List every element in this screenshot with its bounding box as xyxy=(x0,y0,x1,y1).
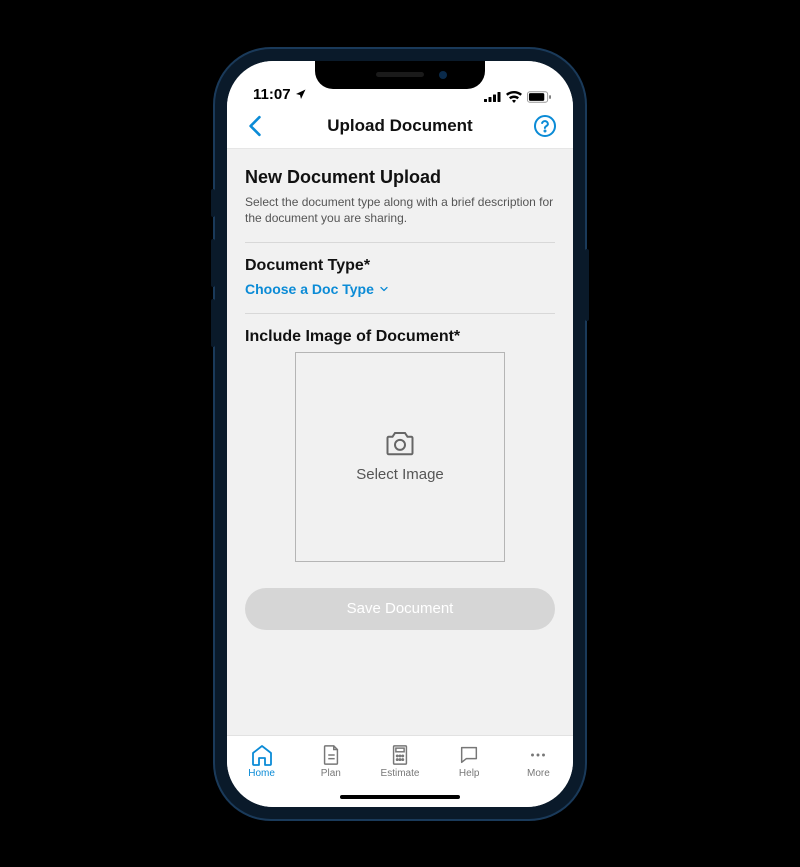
wifi-icon xyxy=(506,91,522,103)
tab-label: Help xyxy=(459,768,480,779)
content: New Document Upload Select the document … xyxy=(227,149,573,735)
tab-label: Estimate xyxy=(381,768,420,779)
more-icon xyxy=(527,744,549,766)
home-icon xyxy=(250,744,274,766)
cellular-signal-icon xyxy=(484,91,501,102)
divider xyxy=(245,242,555,243)
chevron-down-icon xyxy=(378,283,390,295)
status-right xyxy=(484,91,551,103)
help-button[interactable] xyxy=(531,112,559,140)
tab-estimate[interactable]: Estimate xyxy=(365,744,434,779)
tab-label: More xyxy=(527,768,550,779)
doc-type-dropdown-value: Choose a Doc Type xyxy=(245,281,374,297)
nav-bar: Upload Document xyxy=(227,105,573,149)
tab-bar: Home Plan Estimate Help More xyxy=(227,735,573,807)
status-left: 11:07 xyxy=(253,86,307,103)
doc-type-label: Document Type* xyxy=(245,257,555,275)
phone-button-power xyxy=(585,249,589,321)
tab-label: Home xyxy=(248,768,275,779)
image-section-label: Include Image of Document* xyxy=(245,328,555,346)
tab-label: Plan xyxy=(321,768,341,779)
doc-type-dropdown[interactable]: Choose a Doc Type xyxy=(245,281,390,297)
image-upload-wrap: Select Image xyxy=(245,352,555,562)
notch xyxy=(315,61,485,89)
status-time: 11:07 xyxy=(253,86,291,103)
chat-icon xyxy=(458,744,480,766)
select-image-label: Select Image xyxy=(356,466,444,483)
phone-frame: 11:07 Upload Doc xyxy=(215,49,585,819)
phone-button-volume-up xyxy=(211,239,215,287)
section-heading: New Document Upload xyxy=(245,167,555,188)
calculator-icon xyxy=(390,744,410,766)
divider xyxy=(245,313,555,314)
phone-button-volume-down xyxy=(211,299,215,347)
document-icon xyxy=(321,744,341,766)
help-circle-icon xyxy=(533,114,557,138)
front-camera xyxy=(439,71,447,79)
tab-plan[interactable]: Plan xyxy=(296,744,365,779)
back-button[interactable] xyxy=(241,112,269,140)
speaker-grille xyxy=(376,72,424,77)
screen: 11:07 Upload Doc xyxy=(227,61,573,807)
tab-more[interactable]: More xyxy=(504,744,573,779)
phone-button-silence xyxy=(211,189,215,217)
section-description: Select the document type along with a br… xyxy=(245,194,555,226)
home-indicator[interactable] xyxy=(340,795,460,799)
tab-help[interactable]: Help xyxy=(435,744,504,779)
camera-icon xyxy=(385,430,415,456)
tab-home[interactable]: Home xyxy=(227,744,296,779)
chevron-left-icon xyxy=(247,115,263,137)
page-title: Upload Document xyxy=(327,116,472,136)
save-document-button[interactable]: Save Document xyxy=(245,588,555,630)
battery-icon xyxy=(527,91,551,103)
image-upload-box[interactable]: Select Image xyxy=(295,352,505,562)
location-arrow-icon xyxy=(295,88,307,100)
